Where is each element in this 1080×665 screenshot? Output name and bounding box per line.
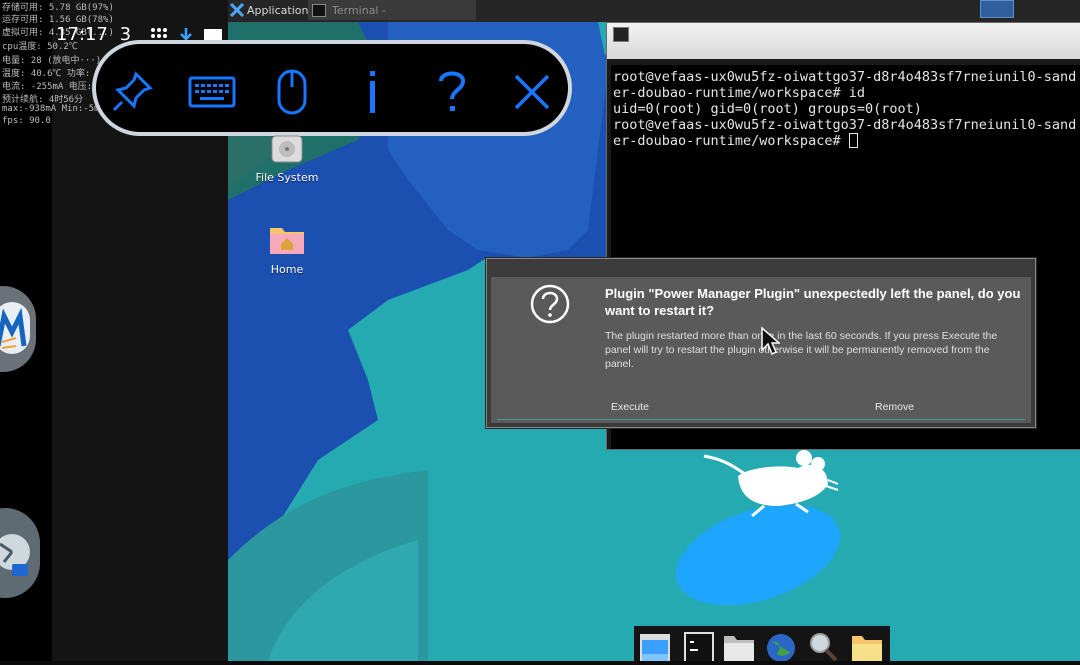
question-icon bbox=[529, 283, 571, 325]
bottom-dock bbox=[634, 626, 890, 662]
keyboard-icon[interactable] bbox=[188, 68, 236, 116]
terminal-line: er-doubao-runtime/workspace# id bbox=[613, 85, 865, 101]
status-line: max:-938mA Min:-5mA bbox=[2, 104, 105, 114]
info-icon[interactable] bbox=[348, 68, 396, 116]
remove-button[interactable]: Remove bbox=[875, 401, 914, 413]
file-manager-icon[interactable] bbox=[722, 630, 756, 661]
clock-text: 17:17 bbox=[56, 24, 108, 45]
taskbar-terminal-button[interactable]: Terminal - bbox=[308, 0, 476, 20]
android-icon bbox=[0, 522, 38, 582]
mail-app-icon bbox=[0, 302, 30, 354]
help-icon[interactable] bbox=[428, 68, 476, 116]
terminal-prompt-row: er-doubao-runtime/workspace# bbox=[613, 133, 1080, 149]
terminal-window-icon bbox=[613, 27, 629, 42]
terminal-line: er-doubao-runtime/workspace# bbox=[613, 133, 849, 149]
status-bar-time: 17:17 3 bbox=[56, 24, 131, 45]
dialog-button-underline bbox=[497, 419, 1025, 420]
xfce-logo-icon bbox=[229, 2, 245, 18]
terminal-line: uid=0(root) gid=0(root) groups=0(root) bbox=[613, 101, 922, 117]
top-panel: Applications Terminal - bbox=[228, 0, 1080, 22]
terminal-titlebar[interactable] bbox=[607, 23, 1080, 59]
dialog-title: Plugin "Power Manager Plugin" unexpected… bbox=[605, 286, 1021, 318]
terminal-small-icon bbox=[312, 3, 326, 17]
search-icon[interactable] bbox=[806, 630, 840, 662]
status-line: 电量: 28 (放电中···) bbox=[2, 56, 102, 66]
applications-label: Applications bbox=[247, 3, 315, 17]
terminal-line: root@vefaas-ux0wu5fz-oiwattgo37-d8r4o483… bbox=[613, 117, 1077, 133]
terminal-task-label: Terminal - bbox=[332, 3, 386, 17]
drive-icon bbox=[268, 134, 306, 164]
terminal-line: root@vefaas-ux0wu5fz-oiwattgo37-d8r4o483… bbox=[613, 69, 1077, 85]
file-system-label: File System bbox=[255, 171, 319, 184]
browser-icon[interactable] bbox=[764, 630, 798, 662]
dialog-message: The plugin restarted more than once in t… bbox=[605, 330, 998, 370]
show-desktop-icon[interactable] bbox=[980, 0, 1014, 18]
status-line: fps: 90.0 bbox=[2, 116, 51, 126]
mouse-pointer bbox=[760, 326, 781, 360]
terminal-icon[interactable] bbox=[682, 630, 716, 661]
xfce-mouse-logo bbox=[675, 450, 841, 606]
mouse-icon[interactable] bbox=[268, 68, 316, 116]
home-label: Home bbox=[270, 263, 304, 276]
execute-button[interactable]: Execute bbox=[611, 401, 649, 413]
close-icon[interactable] bbox=[508, 68, 556, 116]
terminal-cursor bbox=[848, 133, 858, 148]
floating-toolbar bbox=[92, 40, 572, 136]
show-desktop-icon[interactable] bbox=[638, 630, 672, 661]
folder-icon[interactable] bbox=[850, 630, 884, 661]
applications-menu-button[interactable]: Applications bbox=[229, 0, 315, 20]
home-folder-icon bbox=[268, 222, 306, 256]
pin-icon[interactable] bbox=[108, 68, 156, 116]
desktop-icon-home[interactable]: Home bbox=[242, 222, 332, 276]
desktop-icon-file-system[interactable]: File System bbox=[242, 134, 332, 184]
